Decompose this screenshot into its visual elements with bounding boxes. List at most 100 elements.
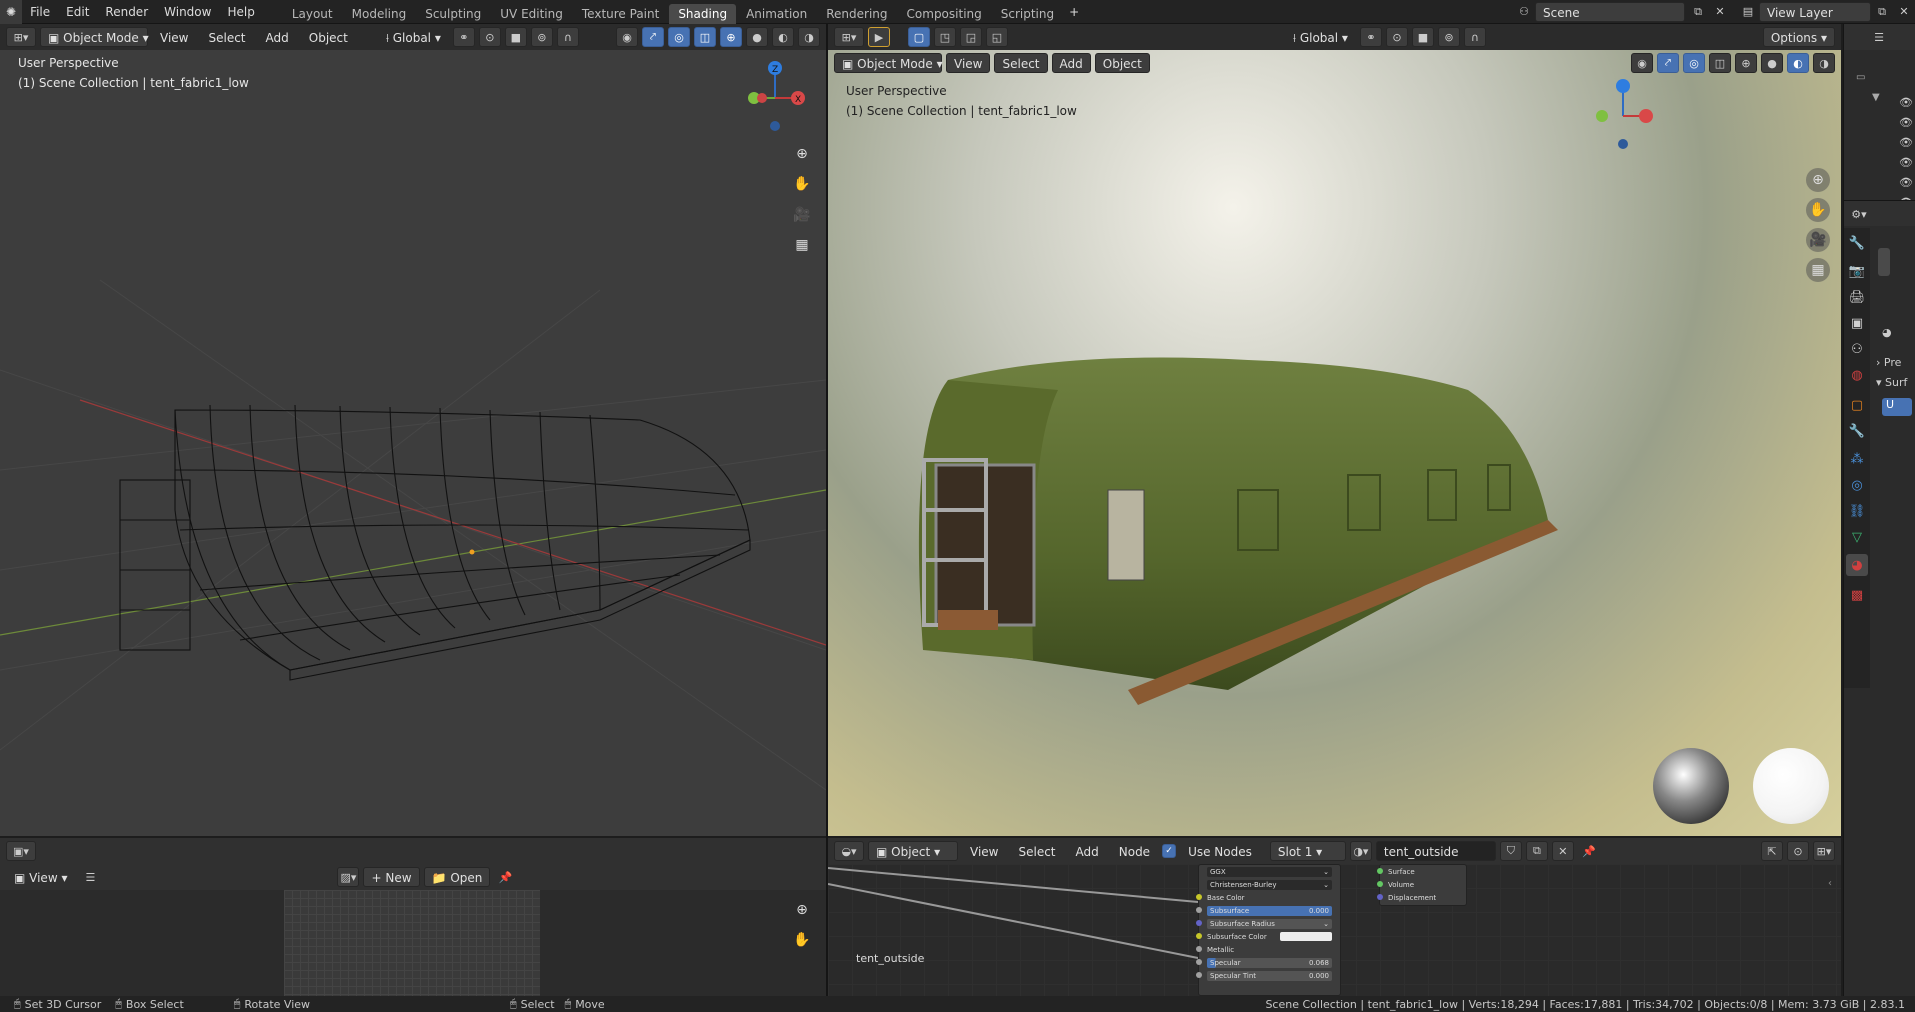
socket-icon[interactable] (1377, 881, 1383, 887)
node-add-menu[interactable]: Add (1068, 841, 1107, 861)
subsurface-color-swatch[interactable] (1280, 932, 1332, 941)
material-browse-button[interactable]: ◕ (1882, 326, 1892, 339)
menu-edit[interactable]: Edit (58, 0, 97, 24)
node-select-menu[interactable]: Select (1010, 841, 1063, 861)
select-new-icon[interactable]: ▢ (908, 27, 930, 47)
right-falloff-icon[interactable]: ∩ (1463, 27, 1486, 47)
right-viewport[interactable]: ▣ Object Mode ▾ View Select Add Object ◉… (828, 50, 1841, 836)
material-name-field[interactable]: tent_outside (1375, 841, 1496, 861)
socket-icon[interactable] (1196, 972, 1202, 978)
right-pan-icon[interactable]: ✋ (1806, 198, 1830, 222)
options-button[interactable]: Options ▾ (1762, 27, 1836, 47)
tab-compositing[interactable]: Compositing (898, 4, 991, 24)
material-slot-list[interactable] (1878, 248, 1890, 276)
scene-tab-icon[interactable]: ⚇ (1846, 338, 1868, 360)
left-object-menu[interactable]: Object (301, 27, 356, 47)
right-zoom-icon[interactable]: ⊕ (1806, 168, 1830, 192)
node-pin-icon[interactable]: 📌 (1578, 841, 1600, 861)
duplicate-material-icon[interactable]: ⧉ (1525, 841, 1548, 861)
preview-panel-label[interactable]: › Pre (1876, 356, 1901, 369)
left-orientation-selector[interactable]: ⟊ Global ▾ (378, 27, 449, 47)
parent-node-icon[interactable]: ⇱ (1761, 841, 1783, 861)
copy-scene-icon[interactable]: ⧉ (1687, 2, 1709, 22)
data-tab-icon[interactable]: ▽ (1846, 526, 1868, 548)
view-layer-tab-icon[interactable]: ▣ (1846, 312, 1868, 334)
tab-rendering[interactable]: Rendering (817, 4, 896, 24)
tab-texture-paint[interactable]: Texture Paint (573, 4, 668, 24)
object-tab-icon[interactable]: ▢ (1846, 394, 1868, 416)
right-camera-icon[interactable]: 🎥 (1806, 228, 1830, 252)
delete-view-layer-icon[interactable]: ✕ (1893, 2, 1915, 22)
camera-view-icon[interactable]: 🎥 (790, 203, 814, 227)
sidebar-toggle-icon[interactable]: ‹ (1828, 878, 1832, 889)
outliner-tree[interactable]: ▭ ▼ 👁 👁 👁 👁 👁 👁 (1846, 52, 1915, 212)
right-snap-icon[interactable]: ⊙ (1385, 27, 1408, 47)
xray-icon[interactable]: ◫ (694, 27, 716, 47)
tab-shading[interactable]: Shading (669, 3, 737, 24)
view-layer-selector[interactable]: View Layer (1759, 1, 1871, 22)
physics-tab-icon[interactable]: ◎ (1846, 474, 1868, 496)
socket-icon[interactable] (1196, 894, 1202, 900)
menu-render[interactable]: Render (97, 0, 156, 24)
pivot-icon[interactable]: ⚭ (452, 27, 475, 47)
left-select-menu[interactable]: Select (200, 27, 253, 47)
material-slot-button[interactable]: U (1882, 398, 1912, 416)
menu-file[interactable]: File (22, 0, 58, 24)
visibility-eye-icon[interactable]: 👁 (1899, 96, 1913, 110)
snap-target-icon[interactable]: ■ (504, 27, 527, 47)
image-pan-icon[interactable]: ✋ (790, 928, 814, 952)
zoom-icon[interactable]: ⊕ (790, 142, 814, 166)
tool-tab-icon[interactable]: 🔧 (1846, 232, 1868, 254)
image-zoom-icon[interactable]: ⊕ (790, 898, 814, 922)
scene-icon[interactable]: ⚇ (1513, 2, 1535, 22)
right-pivot-icon[interactable]: ⚭ (1359, 27, 1382, 47)
tab-layout[interactable]: Layout (283, 4, 342, 24)
menu-window[interactable]: Window (156, 0, 219, 24)
visibility-eye-icon[interactable]: 👁 (1899, 176, 1913, 190)
socket-icon[interactable] (1377, 894, 1383, 900)
socket-icon[interactable] (1196, 920, 1202, 926)
socket-icon[interactable] (1196, 959, 1202, 965)
new-image-button[interactable]: + New (363, 867, 420, 887)
left-add-menu[interactable]: Add (258, 27, 297, 47)
texture-tab-icon[interactable]: ▩ (1846, 584, 1868, 606)
output-tab-icon[interactable]: 🖨 (1846, 286, 1868, 308)
right-snap-target-icon[interactable]: ■ (1411, 27, 1434, 47)
material-tab-icon[interactable]: ◕ (1846, 554, 1868, 576)
falloff-icon[interactable]: ∩ (556, 27, 579, 47)
node-editor-canvas[interactable]: tent_outside GGX ⌄ Christensen-Burley ⌄ Ba… (828, 864, 1841, 996)
socket-icon[interactable] (1196, 933, 1202, 939)
use-nodes-checkbox[interactable]: ✓ (1162, 844, 1177, 858)
specular-tint-field[interactable]: Specular Tint 0.000 (1207, 970, 1332, 981)
left-mode-selector[interactable]: ▣ Object Mode ▾ (40, 27, 149, 47)
copy-view-layer-icon[interactable]: ⧉ (1871, 2, 1893, 22)
outliner-collapse-icon[interactable]: ▼ (1872, 92, 1880, 103)
particles-tab-icon[interactable]: ⁂ (1846, 448, 1868, 470)
gizmo-icon[interactable]: ⤤ (642, 27, 664, 47)
proportional-edit-icon[interactable]: ⊚ (530, 27, 553, 47)
outliner-filter-icon[interactable]: ▭ (1856, 72, 1865, 83)
blender-logo-icon[interactable]: ✺ (0, 0, 23, 24)
rendered-shading-icon[interactable]: ◑ (798, 27, 820, 47)
subsurface-radius-field[interactable]: Subsurface Radius ⌄ (1207, 918, 1332, 929)
scene-selector[interactable]: Scene (1535, 1, 1685, 22)
right-grid-icon[interactable]: ▦ (1806, 258, 1830, 282)
pin-icon[interactable]: 📌 (494, 867, 516, 887)
world-tab-icon[interactable]: ◍ (1846, 364, 1868, 386)
visibility-icon[interactable]: ◉ (616, 27, 638, 47)
snap-node-icon[interactable]: ⊙ (1787, 841, 1809, 861)
properties-editor-icon[interactable]: ⚙▾ (1848, 204, 1870, 224)
editor-type-icon[interactable]: ⊞▾ (6, 27, 36, 47)
view-layer-icon[interactable]: ▤ (1737, 2, 1759, 22)
hamburger-menu-icon[interactable]: ☰ (79, 867, 101, 887)
visibility-eye-icon[interactable]: 👁 (1899, 136, 1913, 150)
tab-scripting[interactable]: Scripting (992, 4, 1063, 24)
tab-modeling[interactable]: Modeling (343, 4, 416, 24)
image-view-menu[interactable]: ▣ View ▾ (6, 867, 75, 887)
material-shading-icon[interactable]: ◐ (772, 27, 794, 47)
slot-selector[interactable]: Slot 1 ▾ (1269, 841, 1346, 861)
ortho-grid-icon[interactable]: ▦ (790, 233, 814, 257)
add-workspace-icon[interactable]: + (1063, 0, 1085, 24)
specular-field[interactable]: Specular 0.068 (1207, 957, 1332, 968)
overlay-icon[interactable]: ◎ (668, 27, 690, 47)
